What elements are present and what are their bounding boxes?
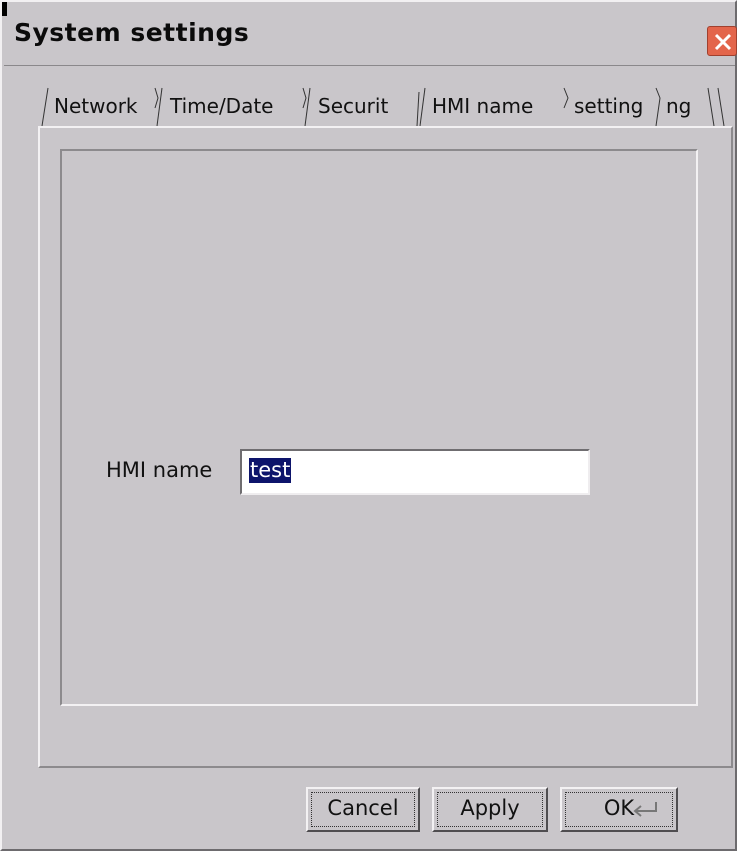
tab-scroll-arrows[interactable]: [706, 86, 716, 126]
tab-overflow[interactable]: ng: [660, 86, 710, 126]
tab-time-date[interactable]: Time/Date: [164, 86, 306, 126]
tab-security[interactable]: Securit: [312, 86, 420, 126]
tab-strip: Network Time/Date Securit HMI name setti…: [40, 86, 733, 126]
tab-settings[interactable]: setting: [568, 86, 660, 126]
tab-divider: [154, 86, 164, 126]
tab-hmi-name[interactable]: HMI name: [426, 86, 568, 126]
tab-divider: [302, 86, 312, 126]
close-button[interactable]: [707, 26, 737, 56]
tab-divider: [416, 86, 426, 126]
enter-icon: [633, 802, 657, 817]
ok-button[interactable]: OK: [560, 787, 678, 832]
tab-network[interactable]: Network: [48, 86, 158, 126]
cancel-button[interactable]: Cancel: [306, 787, 420, 832]
title-bar[interactable]: System settings: [4, 4, 737, 66]
tab-panel-content: [60, 149, 698, 706]
close-icon: [714, 33, 732, 51]
hmi-name-input[interactable]: test: [240, 449, 590, 495]
hmi-name-label: HMI name: [106, 458, 213, 482]
hmi-name-value: test: [249, 458, 292, 483]
tab-scroll-arrows[interactable]: [716, 86, 726, 126]
window-title: System settings: [14, 18, 250, 47]
apply-button[interactable]: Apply: [432, 787, 548, 832]
